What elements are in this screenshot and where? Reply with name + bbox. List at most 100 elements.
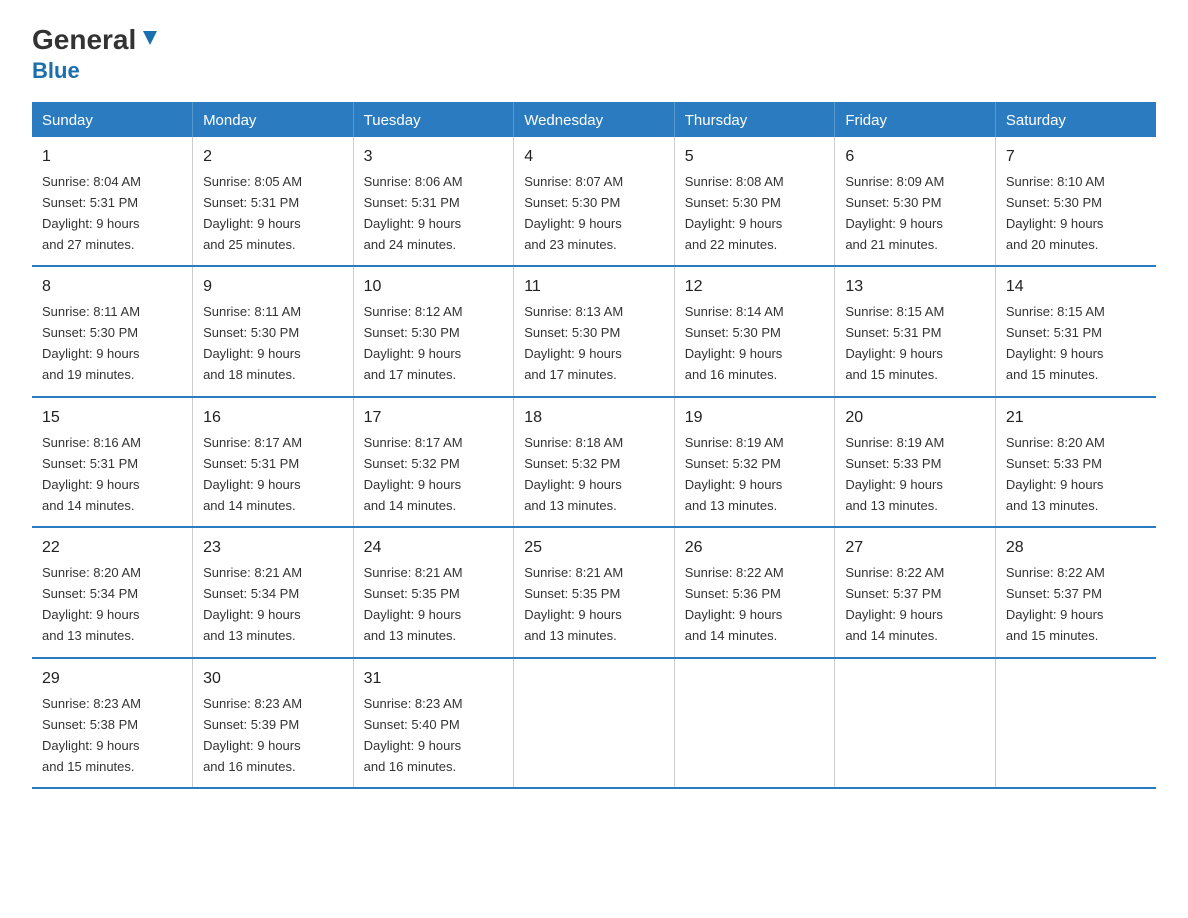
calendar-cell: 12Sunrise: 8:14 AMSunset: 5:30 PMDayligh… — [674, 266, 835, 396]
calendar-cell: 26 Sunrise: 8:22 AMSunset: 5:36 PMDayligh… — [674, 527, 835, 657]
calendar-cell: 17 Sunrise: 8:17 AMSunset: 5:32 PMDayligh… — [353, 397, 514, 527]
day-info: Sunrise: 8:23 AMSunset: 5:40 PMDaylight:… — [364, 696, 463, 774]
day-number: 16 — [203, 406, 343, 431]
day-info: Sunrise: 8:19 AMSunset: 5:33 PMDaylight:… — [845, 435, 944, 513]
day-info: Sunrise: 8:13 AMSunset: 5:30 PMDaylight:… — [524, 304, 623, 382]
logo-general-text: General — [32, 24, 136, 56]
calendar-cell: 18 Sunrise: 8:18 AMSunset: 5:32 PMDayligh… — [514, 397, 675, 527]
day-number: 4 — [524, 145, 664, 170]
day-number: 17 — [364, 406, 504, 431]
calendar-cell — [514, 658, 675, 788]
day-info: Sunrise: 8:17 AMSunset: 5:32 PMDaylight:… — [364, 435, 463, 513]
day-number: 26 — [685, 536, 825, 561]
calendar-cell: 2 Sunrise: 8:05 AMSunset: 5:31 PMDaylight… — [193, 137, 354, 266]
day-info: Sunrise: 8:20 AMSunset: 5:34 PMDaylight:… — [42, 565, 141, 643]
day-info: Sunrise: 8:23 AMSunset: 5:39 PMDaylight:… — [203, 696, 302, 774]
day-info: Sunrise: 8:09 AMSunset: 5:30 PMDaylight:… — [845, 174, 944, 252]
calendar-cell: 15 Sunrise: 8:16 AMSunset: 5:31 PMDayligh… — [32, 397, 193, 527]
calendar-cell: 4 Sunrise: 8:07 AMSunset: 5:30 PMDaylight… — [514, 137, 675, 266]
calendar-cell: 6 Sunrise: 8:09 AMSunset: 5:30 PMDaylight… — [835, 137, 996, 266]
calendar-cell: 21Sunrise: 8:20 AMSunset: 5:33 PMDayligh… — [995, 397, 1156, 527]
logo-blue-text: Blue — [32, 58, 80, 84]
day-number: 27 — [845, 536, 985, 561]
column-header-saturday: Saturday — [995, 102, 1156, 137]
day-info: Sunrise: 8:07 AMSunset: 5:30 PMDaylight:… — [524, 174, 623, 252]
day-number: 9 — [203, 275, 343, 300]
calendar-cell: 7Sunrise: 8:10 AMSunset: 5:30 PMDaylight… — [995, 137, 1156, 266]
day-info: Sunrise: 8:15 AMSunset: 5:31 PMDaylight:… — [1006, 304, 1105, 382]
column-header-sunday: Sunday — [32, 102, 193, 137]
day-info: Sunrise: 8:22 AMSunset: 5:37 PMDaylight:… — [1006, 565, 1105, 643]
day-number: 13 — [845, 275, 985, 300]
calendar-cell: 29 Sunrise: 8:23 AMSunset: 5:38 PMDayligh… — [32, 658, 193, 788]
day-info: Sunrise: 8:15 AMSunset: 5:31 PMDaylight:… — [845, 304, 944, 382]
day-number: 2 — [203, 145, 343, 170]
day-number: 24 — [364, 536, 504, 561]
calendar-cell: 19Sunrise: 8:19 AMSunset: 5:32 PMDayligh… — [674, 397, 835, 527]
column-header-thursday: Thursday — [674, 102, 835, 137]
day-info: Sunrise: 8:21 AMSunset: 5:35 PMDaylight:… — [524, 565, 623, 643]
page-header: General Blue — [32, 24, 1156, 84]
day-number: 21 — [1006, 406, 1146, 431]
calendar-cell: 24 Sunrise: 8:21 AMSunset: 5:35 PMDayligh… — [353, 527, 514, 657]
day-number: 19 — [685, 406, 825, 431]
calendar-cell: 28 Sunrise: 8:22 AMSunset: 5:37 PMDayligh… — [995, 527, 1156, 657]
day-number: 29 — [42, 667, 182, 692]
day-info: Sunrise: 8:21 AMSunset: 5:35 PMDaylight:… — [364, 565, 463, 643]
day-info: Sunrise: 8:05 AMSunset: 5:31 PMDaylight:… — [203, 174, 302, 252]
day-info: Sunrise: 8:11 AMSunset: 5:30 PMDaylight:… — [42, 304, 140, 382]
column-header-wednesday: Wednesday — [514, 102, 675, 137]
day-info: Sunrise: 8:22 AMSunset: 5:36 PMDaylight:… — [685, 565, 784, 643]
calendar-cell: 20 Sunrise: 8:19 AMSunset: 5:33 PMDayligh… — [835, 397, 996, 527]
calendar-cell: 8 Sunrise: 8:11 AMSunset: 5:30 PMDaylight… — [32, 266, 193, 396]
day-number: 20 — [845, 406, 985, 431]
calendar-cell: 23Sunrise: 8:21 AMSunset: 5:34 PMDayligh… — [193, 527, 354, 657]
week-row-4: 22 Sunrise: 8:20 AMSunset: 5:34 PMDayligh… — [32, 527, 1156, 657]
calendar-cell: 27Sunrise: 8:22 AMSunset: 5:37 PMDayligh… — [835, 527, 996, 657]
calendar-cell: 31Sunrise: 8:23 AMSunset: 5:40 PMDayligh… — [353, 658, 514, 788]
week-row-1: 1 Sunrise: 8:04 AMSunset: 5:31 PMDaylight… — [32, 137, 1156, 266]
day-info: Sunrise: 8:06 AMSunset: 5:31 PMDaylight:… — [364, 174, 463, 252]
day-number: 5 — [685, 145, 825, 170]
column-header-friday: Friday — [835, 102, 996, 137]
day-number: 6 — [845, 145, 985, 170]
calendar-cell: 9Sunrise: 8:11 AMSunset: 5:30 PMDaylight… — [193, 266, 354, 396]
day-info: Sunrise: 8:18 AMSunset: 5:32 PMDaylight:… — [524, 435, 623, 513]
day-info: Sunrise: 8:17 AMSunset: 5:31 PMDaylight:… — [203, 435, 302, 513]
day-number: 14 — [1006, 275, 1146, 300]
day-info: Sunrise: 8:12 AMSunset: 5:30 PMDaylight:… — [364, 304, 463, 382]
day-number: 22 — [42, 536, 182, 561]
day-number: 28 — [1006, 536, 1146, 561]
column-header-tuesday: Tuesday — [353, 102, 514, 137]
day-info: Sunrise: 8:04 AMSunset: 5:31 PMDaylight:… — [42, 174, 141, 252]
calendar-cell — [835, 658, 996, 788]
calendar-cell: 16 Sunrise: 8:17 AMSunset: 5:31 PMDayligh… — [193, 397, 354, 527]
day-number: 7 — [1006, 145, 1146, 170]
week-row-3: 15 Sunrise: 8:16 AMSunset: 5:31 PMDayligh… — [32, 397, 1156, 527]
calendar-cell: 10 Sunrise: 8:12 AMSunset: 5:30 PMDayligh… — [353, 266, 514, 396]
calendar-header-row: SundayMondayTuesdayWednesdayThursdayFrid… — [32, 102, 1156, 137]
day-number: 1 — [42, 145, 182, 170]
calendar-table: SundayMondayTuesdayWednesdayThursdayFrid… — [32, 102, 1156, 789]
calendar-cell: 3Sunrise: 8:06 AMSunset: 5:31 PMDaylight… — [353, 137, 514, 266]
week-row-5: 29 Sunrise: 8:23 AMSunset: 5:38 PMDayligh… — [32, 658, 1156, 788]
calendar-cell: 1 Sunrise: 8:04 AMSunset: 5:31 PMDaylight… — [32, 137, 193, 266]
day-info: Sunrise: 8:08 AMSunset: 5:30 PMDaylight:… — [685, 174, 784, 252]
day-number: 18 — [524, 406, 664, 431]
calendar-cell: 5 Sunrise: 8:08 AMSunset: 5:30 PMDaylight… — [674, 137, 835, 266]
day-info: Sunrise: 8:16 AMSunset: 5:31 PMDaylight:… — [42, 435, 141, 513]
calendar-cell: 11 Sunrise: 8:13 AMSunset: 5:30 PMDayligh… — [514, 266, 675, 396]
calendar-cell — [995, 658, 1156, 788]
calendar-cell: 30 Sunrise: 8:23 AMSunset: 5:39 PMDayligh… — [193, 658, 354, 788]
day-number: 10 — [364, 275, 504, 300]
day-number: 30 — [203, 667, 343, 692]
calendar-cell: 22 Sunrise: 8:20 AMSunset: 5:34 PMDayligh… — [32, 527, 193, 657]
day-number: 12 — [685, 275, 825, 300]
calendar-cell: 14 Sunrise: 8:15 AMSunset: 5:31 PMDayligh… — [995, 266, 1156, 396]
day-number: 8 — [42, 275, 182, 300]
day-number: 15 — [42, 406, 182, 431]
column-header-monday: Monday — [193, 102, 354, 137]
day-info: Sunrise: 8:23 AMSunset: 5:38 PMDaylight:… — [42, 696, 141, 774]
logo: General Blue — [32, 24, 161, 84]
day-number: 11 — [524, 275, 664, 300]
